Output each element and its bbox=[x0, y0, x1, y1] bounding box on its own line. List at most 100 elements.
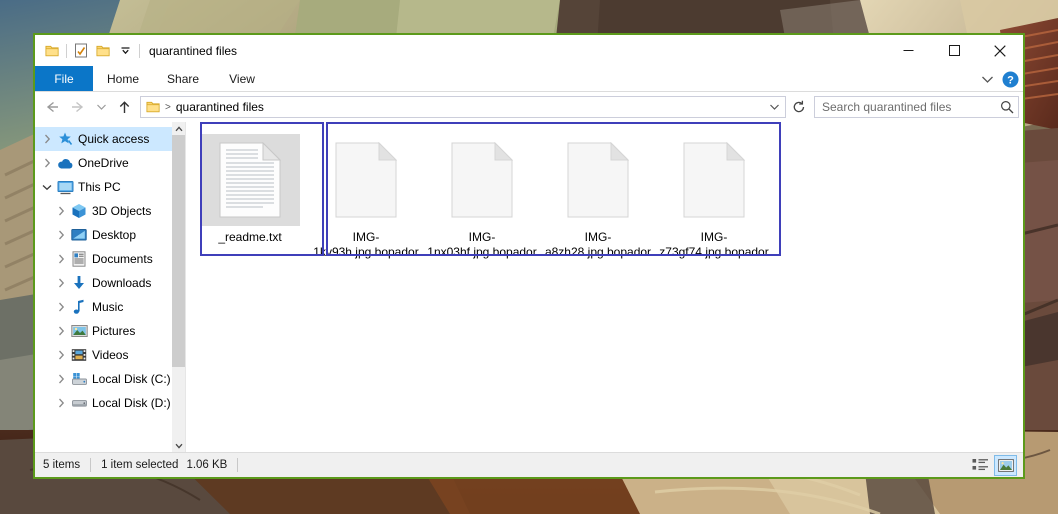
sidebar-item-quick-access[interactable]: Quick access bbox=[35, 127, 185, 151]
sidebar-item-local-disk-d[interactable]: Local Disk (D:) bbox=[35, 391, 185, 415]
file-item[interactable]: _readme.txt bbox=[192, 128, 308, 245]
quick-access-toolbar bbox=[35, 40, 143, 62]
close-button[interactable] bbox=[977, 35, 1023, 66]
desktop-icon bbox=[69, 228, 89, 242]
address-bar[interactable]: > quarantined files bbox=[140, 96, 786, 118]
file-name: IMG-a8zh28.jpg.bopador bbox=[544, 230, 652, 259]
details-view-icon[interactable] bbox=[969, 455, 992, 476]
recent-locations-icon[interactable] bbox=[91, 95, 111, 119]
tab-share[interactable]: Share bbox=[153, 66, 213, 91]
sidebar-item-label: Desktop bbox=[92, 228, 137, 242]
sidebar-item-label: Downloads bbox=[92, 276, 152, 290]
status-divider bbox=[90, 458, 92, 472]
search-box[interactable]: Search quarantined files bbox=[814, 96, 1019, 118]
file-name: IMG-1kv93h.jpg.bopador bbox=[313, 230, 419, 259]
maximize-button[interactable] bbox=[931, 35, 977, 66]
file-name: IMG-z73gf74.jpg.bopador bbox=[659, 230, 769, 259]
toolbar-divider bbox=[66, 43, 67, 58]
arrow-up-icon[interactable] bbox=[111, 95, 137, 119]
download-arrow-icon bbox=[69, 275, 89, 291]
scrollbar-thumb[interactable] bbox=[172, 135, 185, 367]
sidebar-item-label: Music bbox=[92, 300, 124, 314]
chevron-down-icon[interactable] bbox=[172, 439, 185, 452]
sidebar-item-music[interactable]: Music bbox=[35, 295, 185, 319]
pin-star-icon bbox=[55, 131, 75, 147]
chevron-down-icon[interactable] bbox=[114, 40, 136, 62]
picture-icon bbox=[69, 324, 89, 338]
properties-icon[interactable] bbox=[70, 40, 92, 62]
file-name: _readme.txt bbox=[218, 230, 282, 244]
chevron-right-icon[interactable] bbox=[53, 230, 69, 240]
film-icon bbox=[69, 348, 89, 362]
chevron-down-icon[interactable] bbox=[978, 70, 996, 88]
file-item[interactable]: IMG-a8zh28.jpg.bopador bbox=[540, 128, 656, 260]
navigation-pane: Quick access OneDrive This PC 3D Objects… bbox=[35, 122, 185, 452]
file-thumbnail bbox=[664, 134, 764, 226]
file-list-view[interactable]: _readme.txt IMG-1kv93h.jpg.bopador IMG-1… bbox=[185, 122, 1023, 452]
sidebar-item-label: Local Disk (C:) bbox=[92, 372, 171, 386]
blank-file-icon bbox=[567, 142, 629, 218]
navigation-scrollbar[interactable] bbox=[172, 122, 185, 452]
sidebar-item-3d-objects[interactable]: 3D Objects bbox=[35, 199, 185, 223]
new-folder-icon[interactable] bbox=[92, 40, 114, 62]
sidebar-item-downloads[interactable]: Downloads bbox=[35, 271, 185, 295]
folder-icon[interactable] bbox=[41, 40, 63, 62]
nav-tree: Quick access OneDrive This PC 3D Objects… bbox=[35, 122, 185, 415]
sidebar-item-documents[interactable]: Documents bbox=[35, 247, 185, 271]
monitor-icon bbox=[55, 180, 75, 195]
chevron-down-icon[interactable] bbox=[39, 184, 55, 191]
chevron-right-icon[interactable] bbox=[53, 278, 69, 288]
address-bar-row: > quarantined files Search quarantined f… bbox=[35, 92, 1023, 122]
file-item[interactable]: IMG-1nx03hf.jpg.bopador bbox=[424, 128, 540, 260]
file-thumbnail bbox=[432, 134, 532, 226]
window-controls bbox=[885, 35, 1023, 66]
text-file-icon bbox=[219, 142, 281, 218]
search-icon[interactable] bbox=[1000, 100, 1014, 114]
chevron-up-icon[interactable] bbox=[172, 122, 185, 135]
help-icon[interactable]: ? bbox=[1002, 71, 1019, 88]
view-mode-buttons bbox=[969, 454, 1017, 476]
tab-view[interactable]: View bbox=[213, 66, 271, 91]
search-input[interactable]: Search quarantined files bbox=[822, 100, 1000, 114]
file-explorer-window: quarantined files File Home Share View ?… bbox=[33, 33, 1025, 479]
sidebar-item-label: Documents bbox=[92, 252, 153, 266]
sidebar-item-pictures[interactable]: Pictures bbox=[35, 319, 185, 343]
chevron-right-icon[interactable] bbox=[53, 350, 69, 360]
sidebar-item-desktop[interactable]: Desktop bbox=[35, 223, 185, 247]
chevron-right-icon[interactable] bbox=[53, 302, 69, 312]
file-item[interactable]: IMG-1kv93h.jpg.bopador bbox=[308, 128, 424, 260]
sidebar-item-label: OneDrive bbox=[78, 156, 129, 170]
file-grid: _readme.txt IMG-1kv93h.jpg.bopador IMG-1… bbox=[190, 128, 1023, 260]
chevron-right-icon[interactable] bbox=[53, 326, 69, 336]
large-icons-view-icon[interactable] bbox=[994, 454, 1017, 476]
toolbar-divider-2 bbox=[139, 43, 140, 58]
ribbon-tab-bar: File Home Share View ? bbox=[35, 66, 1023, 92]
tab-home[interactable]: Home bbox=[93, 66, 153, 91]
sidebar-item-label: Local Disk (D:) bbox=[92, 396, 171, 410]
tab-file[interactable]: File bbox=[35, 66, 93, 91]
chevron-right-icon[interactable] bbox=[39, 134, 55, 144]
arrow-left-icon[interactable] bbox=[39, 95, 65, 119]
chevron-right-icon[interactable] bbox=[53, 206, 69, 216]
chevron-right-icon[interactable] bbox=[53, 398, 69, 408]
sidebar-item-this-pc[interactable]: This PC bbox=[35, 175, 185, 199]
chevron-right-icon[interactable] bbox=[53, 374, 69, 384]
address-dropdown-icon[interactable] bbox=[765, 97, 783, 117]
scrollbar-track[interactable] bbox=[172, 135, 185, 439]
sidebar-item-local-disk-c[interactable]: Local Disk (C:) bbox=[35, 367, 185, 391]
chevron-right-icon[interactable] bbox=[53, 254, 69, 264]
arrow-right-icon[interactable] bbox=[65, 95, 91, 119]
status-divider-2 bbox=[237, 458, 239, 472]
blank-file-icon bbox=[335, 142, 397, 218]
file-item[interactable]: IMG-z73gf74.jpg.bopador bbox=[656, 128, 772, 260]
sidebar-item-videos[interactable]: Videos bbox=[35, 343, 185, 367]
svg-text:?: ? bbox=[1007, 74, 1014, 86]
status-bar: 5 items 1 item selected 1.06 KB bbox=[35, 452, 1023, 477]
sidebar-item-onedrive[interactable]: OneDrive bbox=[35, 151, 185, 175]
minimize-button[interactable] bbox=[885, 35, 931, 66]
chevron-right-icon[interactable] bbox=[39, 158, 55, 168]
refresh-icon[interactable] bbox=[788, 96, 810, 118]
cloud-icon bbox=[55, 157, 75, 170]
blank-file-icon bbox=[683, 142, 745, 218]
drive-icon bbox=[69, 396, 89, 410]
